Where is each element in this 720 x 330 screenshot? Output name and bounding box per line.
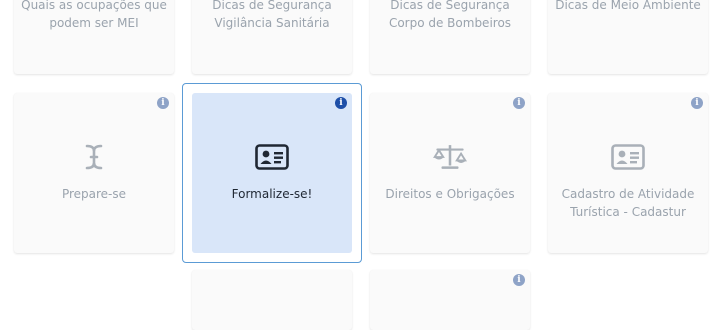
info-icon[interactable]: i bbox=[513, 274, 525, 286]
card-label: Dicas de Meio Ambiente bbox=[555, 0, 701, 12]
card-formalize-se[interactable]: i Formalize-se! bbox=[192, 93, 352, 253]
card-meio-ambiente[interactable]: Dicas de Meio Ambiente bbox=[548, 0, 708, 74]
card-label: Dicas de Segurança Vigilância Sanitária bbox=[212, 0, 332, 30]
card-cadastur[interactable]: i Cadastro de Atividade Turística - Cada… bbox=[548, 93, 708, 253]
info-icon[interactable]: i bbox=[513, 97, 525, 109]
card-label: Cadastro de Atividade Turística - Cadast… bbox=[561, 187, 695, 219]
card-label: Prepare-se bbox=[61, 187, 127, 201]
info-icon[interactable]: i bbox=[691, 97, 703, 109]
card-seguranca-vigilancia[interactable]: Dicas de Segurança Vigilância Sanitária bbox=[192, 0, 352, 74]
card-row3-right[interactable]: i bbox=[370, 270, 530, 330]
cursor-text-icon bbox=[77, 140, 111, 174]
scale-icon bbox=[433, 140, 467, 174]
info-icon[interactable]: i bbox=[157, 97, 169, 109]
card-label: Formalize-se! bbox=[231, 187, 313, 201]
card-label: Quais as ocupações que podem ser MEI bbox=[21, 0, 167, 30]
id-card-icon bbox=[255, 140, 289, 174]
card-label: Direitos e Obrigações bbox=[385, 187, 515, 201]
card-label: Dicas de Segurança Corpo de Bombeiros bbox=[388, 0, 512, 30]
card-prepare-se[interactable]: i Prepare-se bbox=[14, 93, 174, 253]
card-row3-left[interactable] bbox=[192, 270, 352, 330]
id-card-icon bbox=[611, 140, 645, 174]
card-seguranca-bombeiros[interactable]: Dicas de Segurança Corpo de Bombeiros bbox=[370, 0, 530, 74]
card-direitos-obrigacoes[interactable]: i Direitos e Obrigações bbox=[370, 93, 530, 253]
info-icon[interactable]: i bbox=[335, 97, 347, 109]
card-ocupacoes-mei[interactable]: Quais as ocupações que podem ser MEI bbox=[14, 0, 174, 74]
